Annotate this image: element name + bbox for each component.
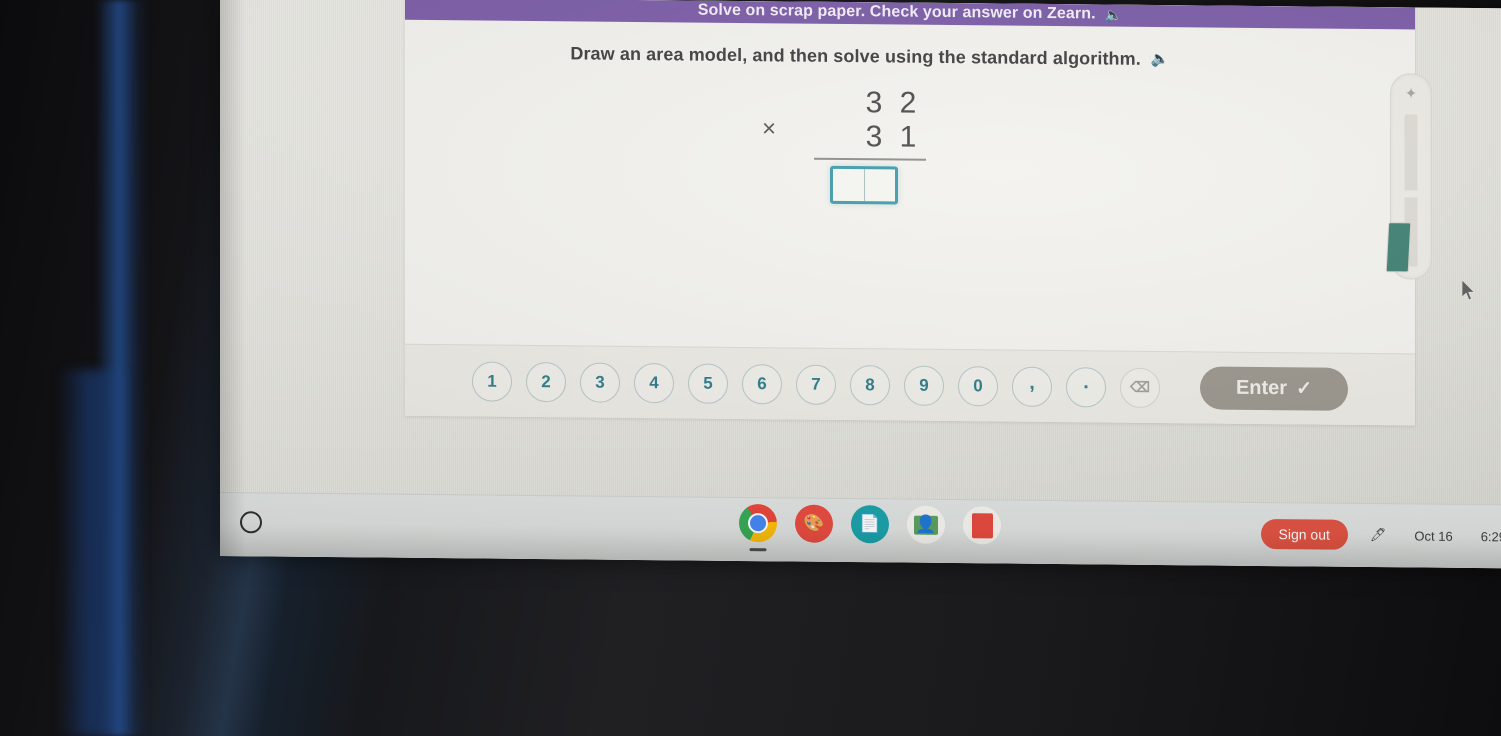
mouse-pointer-icon [1462, 279, 1475, 301]
multiplicand-row: 3 2 [814, 86, 926, 121]
chromeos-shelf: 🎨 📄 👤 Sign out 🖊 Oct 16 6:29 [220, 492, 1501, 569]
key-0[interactable]: 0 [958, 365, 998, 406]
palette-icon[interactable]: 🎨 [795, 504, 833, 543]
screen-surface: Solve on scrap paper. Check your answer … [220, 0, 1501, 569]
progress-fill [1385, 222, 1412, 273]
check-icon: ✓ [1296, 378, 1313, 400]
key-3[interactable]: 3 [580, 361, 620, 403]
photo-of-screen: Solve on scrap paper. Check your answer … [0, 0, 1501, 736]
key-8[interactable]: 8 [850, 364, 890, 405]
numeric-keypad: 1 2 3 4 5 6 7 8 9 0 , . ⌫ Enter ✓ [405, 343, 1415, 426]
key-period[interactable]: . [1066, 366, 1106, 408]
classroom-glyph: 👤 [914, 514, 938, 535]
multiplicand-digit-ones: 2 [899, 86, 919, 120]
progress-slider[interactable]: ✦ [1385, 73, 1432, 280]
status-tray[interactable]: Sign out 🖊 Oct 16 6:29 [1260, 509, 1501, 561]
answer-box-tens[interactable] [833, 169, 864, 201]
multiplication-problem: × 3 2 3 1 [220, 80, 1501, 210]
clock-label[interactable]: 6:29 [1467, 518, 1501, 555]
key-2[interactable]: 2 [526, 361, 566, 402]
app-running-indicator [749, 548, 767, 552]
progress-track-gap [1404, 190, 1418, 198]
launcher-circle-icon[interactable] [240, 511, 262, 534]
enter-label: Enter [1235, 376, 1288, 400]
key-comma[interactable]: , [1012, 366, 1052, 407]
key-1[interactable]: 1 [472, 360, 512, 402]
answer-box-ones[interactable] [863, 169, 895, 202]
classroom-icon[interactable]: 👤 [907, 505, 945, 544]
backspace-icon[interactable]: ⌫ [1120, 367, 1160, 408]
key-6[interactable]: 6 [742, 363, 782, 404]
browser-page: Solve on scrap paper. Check your answer … [220, 0, 1501, 505]
laptop-screen: Solve on scrap paper. Check your answer … [220, 0, 1501, 569]
key-4[interactable]: 4 [634, 362, 674, 403]
multiplier-digit-tens: 3 [865, 120, 885, 154]
stylus-icon[interactable]: 🖊 [1356, 517, 1401, 553]
chrome-icon[interactable] [739, 503, 777, 552]
multiplicand-digit-tens: 3 [865, 86, 885, 120]
teal-app-icon[interactable]: 📄 [851, 505, 889, 544]
algorithm-divider-line [814, 157, 926, 161]
key-9[interactable]: 9 [904, 365, 944, 406]
key-5[interactable]: 5 [688, 362, 728, 404]
key-7[interactable]: 7 [796, 364, 836, 405]
multiplication-operator: × [762, 115, 777, 143]
multiplier-row: 3 1 [814, 120, 926, 155]
answer-input-group[interactable] [830, 165, 898, 205]
docs-glyph [971, 512, 993, 538]
bezel-reflection-lower [58, 370, 128, 736]
banner-text: Solve on scrap paper. Check your answer … [697, 1, 1096, 23]
docs-icon[interactable] [963, 506, 1001, 545]
speaker-icon[interactable]: 🔈 [1105, 6, 1123, 23]
standard-algorithm: × 3 2 3 1 [762, 86, 926, 205]
date-label[interactable]: Oct 16 [1400, 517, 1466, 554]
prompt-text: Draw an area model, and then solve using… [570, 43, 1141, 69]
sign-out-button[interactable]: Sign out [1260, 518, 1348, 550]
shelf-app-list: 🎨 📄 👤 [739, 503, 1001, 552]
enter-button[interactable]: Enter ✓ [1200, 366, 1348, 411]
multiplier-digit-ones: 1 [899, 120, 919, 154]
star-icon: ✦ [1404, 85, 1418, 103]
speaker-icon[interactable]: 🔈 [1151, 50, 1170, 68]
